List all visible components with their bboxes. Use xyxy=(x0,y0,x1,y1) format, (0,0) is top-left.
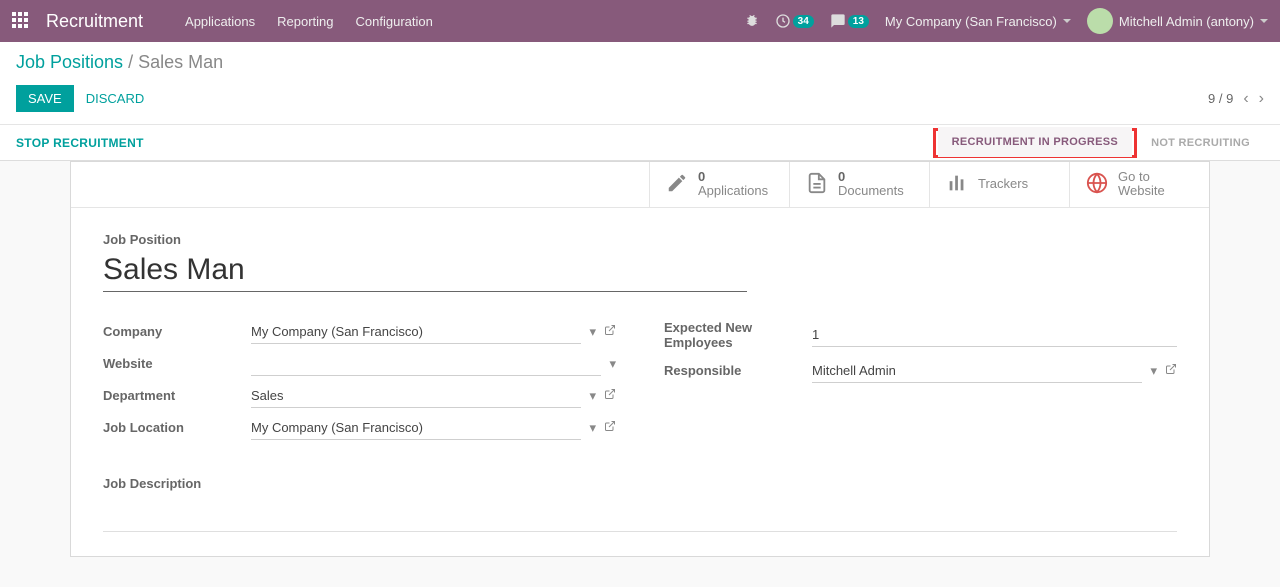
app-title[interactable]: Recruitment xyxy=(46,11,143,32)
pencil-icon xyxy=(666,172,688,197)
breadcrumb-root[interactable]: Job Positions xyxy=(16,52,123,72)
messages-badge: 13 xyxy=(848,15,869,28)
department-input[interactable] xyxy=(251,384,581,408)
job-position-label: Job Position xyxy=(103,232,1177,247)
job-description-label: Job Description xyxy=(103,476,1177,491)
chevron-down-icon[interactable]: ▾ xyxy=(589,420,596,436)
document-icon xyxy=(806,172,828,197)
stop-recruitment-button[interactable]: STOP RECRUITMENT xyxy=(16,136,144,150)
highlight-rect: RECRUITMENT IN PROGRESS xyxy=(933,128,1137,158)
stat-trackers[interactable]: Trackers xyxy=(929,162,1069,207)
globe-icon xyxy=(1086,172,1108,197)
discard-button[interactable]: DISCARD xyxy=(86,91,145,106)
expected-label: Expected New Employees xyxy=(664,320,812,351)
activity-indicator[interactable]: 34 xyxy=(775,13,814,29)
expected-input[interactable] xyxy=(812,323,1177,347)
website-input[interactable] xyxy=(251,352,601,376)
chevron-down-icon xyxy=(1260,19,1268,23)
company-label: Company xyxy=(103,324,251,339)
messaging-indicator[interactable]: 13 xyxy=(830,13,869,29)
chevron-down-icon[interactable]: ▾ xyxy=(609,356,616,372)
pager-next-button[interactable]: › xyxy=(1259,90,1264,108)
activity-badge: 34 xyxy=(793,15,814,28)
external-link-icon[interactable] xyxy=(1165,363,1177,378)
status-bar: STOP RECRUITMENT RECRUITMENT IN PROGRESS… xyxy=(0,125,1280,161)
form-sheet: 0Applications 0Documents Trackers Go toW… xyxy=(70,161,1210,557)
apps-icon[interactable] xyxy=(12,12,28,31)
chevron-down-icon[interactable]: ▾ xyxy=(589,388,596,404)
user-menu[interactable]: Mitchell Admin (antony) xyxy=(1087,8,1268,34)
responsible-input[interactable] xyxy=(812,359,1142,383)
external-link-icon[interactable] xyxy=(604,420,616,435)
breadcrumb: Job Positions / Sales Man xyxy=(16,52,1264,73)
pager-text: 9 / 9 xyxy=(1208,91,1233,106)
barchart-icon xyxy=(946,172,968,197)
breadcrumb-current: Sales Man xyxy=(138,52,223,72)
chevron-down-icon[interactable]: ▾ xyxy=(589,324,596,340)
external-link-icon[interactable] xyxy=(604,388,616,403)
chevron-down-icon xyxy=(1063,19,1071,23)
pager-prev-button[interactable]: ‹ xyxy=(1243,90,1248,108)
company-switcher[interactable]: My Company (San Francisco) xyxy=(885,14,1071,29)
avatar xyxy=(1087,8,1113,34)
status-not-recruiting[interactable]: NOT RECRUITING xyxy=(1137,128,1264,158)
stat-applications[interactable]: 0Applications xyxy=(649,162,789,207)
company-label: My Company (San Francisco) xyxy=(885,14,1057,29)
menu-applications[interactable]: Applications xyxy=(185,14,255,29)
status-in-progress[interactable]: RECRUITMENT IN PROGRESS xyxy=(938,127,1132,157)
responsible-label: Responsible xyxy=(664,363,812,378)
job-position-input[interactable] xyxy=(103,251,747,292)
website-label: Website xyxy=(103,356,251,371)
company-input[interactable] xyxy=(251,320,581,344)
control-bar: Job Positions / Sales Man SAVE DISCARD 9… xyxy=(0,42,1280,125)
stat-documents[interactable]: 0Documents xyxy=(789,162,929,207)
menu-configuration[interactable]: Configuration xyxy=(356,14,433,29)
department-label: Department xyxy=(103,388,251,403)
chevron-down-icon[interactable]: ▾ xyxy=(1150,363,1157,379)
external-link-icon[interactable] xyxy=(604,324,616,339)
save-button[interactable]: SAVE xyxy=(16,85,74,112)
bug-icon[interactable] xyxy=(745,13,759,30)
divider xyxy=(103,531,1177,532)
menu-reporting[interactable]: Reporting xyxy=(277,14,333,29)
job-location-label: Job Location xyxy=(103,420,251,435)
job-location-input[interactable] xyxy=(251,416,581,440)
topbar: Recruitment Applications Reporting Confi… xyxy=(0,0,1280,42)
stat-website[interactable]: Go toWebsite xyxy=(1069,162,1209,207)
user-label: Mitchell Admin (antony) xyxy=(1119,14,1254,29)
